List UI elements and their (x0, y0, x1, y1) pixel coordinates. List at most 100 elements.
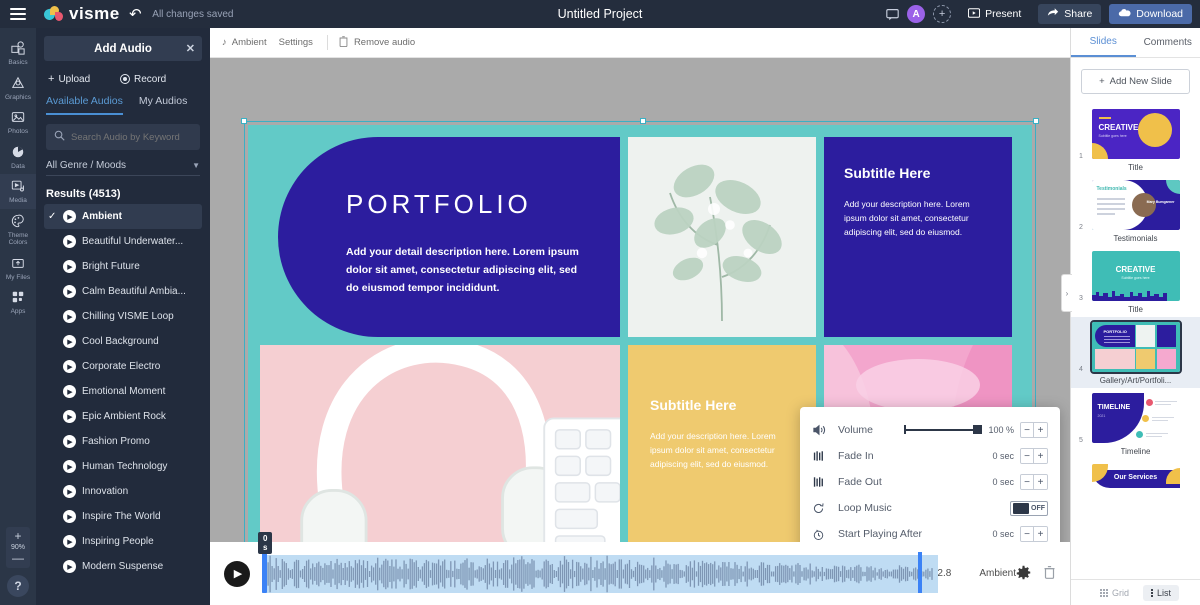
list-item[interactable]: 5 TIMELINE 2021 Timeline (1071, 388, 1200, 459)
volume-minus-button[interactable]: − (1021, 423, 1034, 437)
sidebar-item-my-files[interactable]: My Files (0, 251, 36, 286)
list-item[interactable]: 4 PORTFOLIO Gallery/Art/Portfoli... (1071, 317, 1200, 388)
add-new-slide-button[interactable]: + Add New Slide (1081, 69, 1190, 94)
tab-available-audios[interactable]: Available Audios (46, 95, 123, 115)
fade-out-minus-button[interactable]: − (1021, 475, 1034, 489)
play-icon[interactable]: ▶ (63, 235, 76, 248)
record-button[interactable]: Record (120, 73, 192, 85)
list-view-button[interactable]: List (1143, 585, 1179, 601)
sidebar-item-apps[interactable]: Apps (0, 285, 36, 320)
list-item[interactable]: ▶ Inspiring People (44, 529, 202, 554)
add-collaborator-button[interactable]: + (933, 5, 951, 23)
remove-audio-button[interactable]: Remove audio (338, 35, 427, 50)
list-item[interactable]: ▶ Innovation (44, 479, 202, 504)
zoom-in-button[interactable]: + (14, 531, 21, 542)
list-item[interactable]: ▶ Inspire The World (44, 504, 202, 529)
grid-view-button[interactable]: Grid (1092, 585, 1137, 601)
upload-button[interactable]: + Upload (48, 73, 120, 85)
share-button[interactable]: Share (1038, 4, 1101, 24)
play-icon[interactable]: ▶ (63, 485, 76, 498)
help-button[interactable]: ? (7, 575, 29, 597)
genre-select[interactable]: All Genre / Moods ▼ (46, 160, 200, 176)
avatar[interactable]: A (907, 5, 925, 23)
list-item[interactable]: ✓ ▶ Ambient (44, 204, 202, 229)
subtitle-yellow-description[interactable]: Add your description here. Lorem ipsum d… (650, 429, 794, 471)
fade-in-plus-button[interactable]: + (1034, 449, 1047, 463)
list-item[interactable]: 1 CREATIVE Subtitle goes here Title (1071, 104, 1200, 175)
list-item[interactable]: ▶ Human Technology (44, 454, 202, 479)
play-icon[interactable]: ▶ (63, 285, 76, 298)
trash-icon[interactable] (1043, 565, 1056, 582)
sidebar-item-data[interactable]: Data (0, 140, 36, 175)
sidebar-item-photos[interactable]: Photos (0, 105, 36, 140)
list-item[interactable]: ▶ Emotional Moment (44, 379, 202, 404)
play-icon[interactable]: ▶ (63, 535, 76, 548)
list-item[interactable]: ▶ Modern Suspense (44, 554, 202, 579)
list-item[interactable]: ▶ Bright Future (44, 254, 202, 279)
subtitle-yellow-title[interactable]: Subtitle Here (650, 397, 794, 413)
waveform[interactable] (262, 555, 938, 593)
volume-stepper[interactable]: − + (1020, 422, 1048, 438)
tab-comments[interactable]: Comments (1136, 28, 1200, 57)
subtitle-blue-description[interactable]: Add your description here. Lorem ipsum d… (844, 197, 992, 239)
settings-button[interactable]: Settings (279, 37, 325, 48)
waveform-track[interactable]: 0 s (262, 553, 922, 595)
list-item[interactable]: Our Services (1071, 459, 1200, 517)
list-item[interactable]: ▶ Corporate Electro (44, 354, 202, 379)
headphones-photo[interactable] (260, 345, 620, 545)
close-icon[interactable]: ✕ (186, 42, 195, 55)
fade-out-stepper[interactable]: − + (1020, 474, 1048, 490)
visme-logo[interactable]: visme BETA (44, 4, 120, 24)
play-icon[interactable]: ▶ (63, 360, 76, 373)
sidebar-item-graphics[interactable]: Graphics (0, 71, 36, 106)
slide-thumbnail[interactable]: PORTFOLIO (1092, 322, 1180, 372)
subtitle-yellow-block[interactable]: Subtitle Here Add your description here.… (628, 345, 816, 545)
tab-slides[interactable]: Slides (1071, 28, 1136, 57)
slide-thumbnail[interactable]: CREATIVE Subtitle goes here (1092, 109, 1180, 159)
slide-thumbnail[interactable]: TIMELINE 2021 (1092, 393, 1180, 443)
canvas[interactable]: PORTFOLIO Add your detail description he… (210, 58, 1070, 563)
zoom-out-button[interactable]: — (12, 553, 24, 564)
track-end-handle[interactable] (918, 552, 922, 593)
timeline-play-button[interactable]: ▶ (224, 561, 250, 587)
list-item[interactable]: 2 Testimonials Mary Bumgarner Testimonia… (1071, 175, 1200, 246)
slide-thumbnail[interactable]: CREATIVE Subtitle goes here (1092, 251, 1180, 301)
play-icon[interactable]: ▶ (63, 510, 76, 523)
present-button[interactable]: Present (959, 4, 1030, 24)
fade-in-stepper[interactable]: − + (1020, 448, 1048, 464)
portfolio-title[interactable]: PORTFOLIO (346, 189, 532, 220)
list-item[interactable]: ▶ Calm Beautiful Ambia... (44, 279, 202, 304)
start-playing-plus-button[interactable]: + (1034, 527, 1047, 541)
portfolio-block[interactable]: PORTFOLIO Add your detail description he… (260, 137, 620, 337)
start-playing-stepper[interactable]: − + (1020, 526, 1048, 542)
play-icon[interactable]: ▶ (63, 435, 76, 448)
playhead-handle[interactable]: 0 s (262, 552, 267, 593)
play-icon[interactable]: ▶ (63, 560, 76, 573)
fade-in-minus-button[interactable]: − (1021, 449, 1034, 463)
subtitle-blue-title[interactable]: Subtitle Here (844, 165, 992, 181)
list-item[interactable]: ▶ Epic Ambient Rock (44, 404, 202, 429)
volume-slider[interactable] (904, 423, 982, 437)
play-icon[interactable]: ▶ (63, 310, 76, 323)
list-item[interactable]: ▶ Fashion Promo (44, 429, 202, 454)
tab-my-audios[interactable]: My Audios (139, 95, 187, 115)
sidebar-item-theme-colors[interactable]: Theme Colors (0, 209, 36, 251)
portfolio-description[interactable]: Add your detail description here. Lorem … (346, 243, 581, 297)
list-item[interactable]: ▶ Cool Background (44, 329, 202, 354)
search-audio-box[interactable] (46, 124, 200, 150)
list-item[interactable]: ▶ Beautiful Underwater... (44, 229, 202, 254)
play-icon[interactable]: ▶ (63, 460, 76, 473)
start-playing-minus-button[interactable]: − (1021, 527, 1034, 541)
play-icon[interactable]: ▶ (63, 410, 76, 423)
fade-out-plus-button[interactable]: + (1034, 475, 1047, 489)
slide-thumbnail[interactable]: Testimonials Mary Bumgarner (1092, 180, 1180, 230)
play-icon[interactable]: ▶ (63, 260, 76, 273)
slide-thumbnail[interactable]: Our Services (1092, 464, 1180, 514)
undo-icon[interactable]: ↷ (129, 5, 142, 23)
subtitle-blue-block[interactable]: Subtitle Here Add your description here.… (824, 137, 1012, 337)
sidebar-item-basics[interactable]: Basics (0, 36, 36, 71)
gear-icon[interactable] (1016, 565, 1031, 583)
list-item[interactable]: 3 CREATIVE Subtitle goes here Title (1071, 246, 1200, 317)
audio-track-chip[interactable]: ♪ Ambient (222, 37, 279, 48)
comment-icon[interactable] (886, 8, 899, 21)
